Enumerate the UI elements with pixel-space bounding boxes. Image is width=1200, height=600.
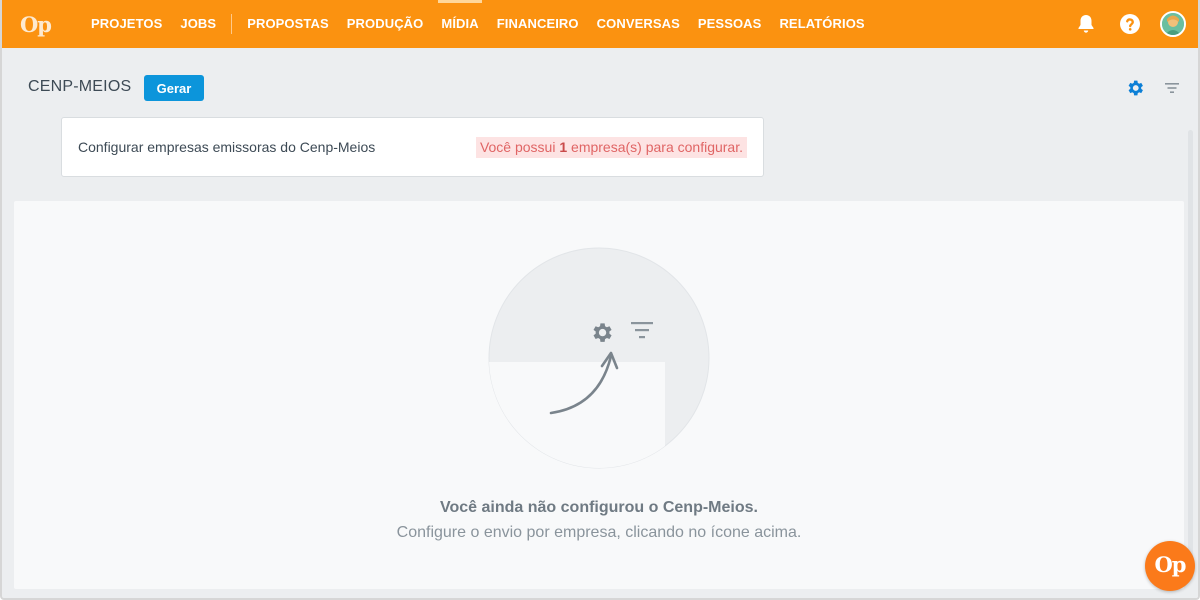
pending-companies-badge: Você possui 1 empresa(s) para configurar… <box>475 137 747 158</box>
top-navigation-bar: Op PROJETOS JOBS PROPOSTAS PRODUÇÃO MÍDI… <box>2 0 1198 48</box>
nav-item-financeiro[interactable]: FINANCEIRO <box>488 0 588 48</box>
op-help-fab[interactable]: Op <box>1145 541 1195 591</box>
config-card-label: Configurar empresas emissoras do Cenp-Me… <box>78 139 376 155</box>
bell-icon[interactable] <box>1074 12 1098 36</box>
nav-item-jobs[interactable]: JOBS <box>171 0 225 48</box>
filter-icon[interactable] <box>1164 80 1180 96</box>
user-avatar[interactable] <box>1160 11 1186 37</box>
nav-item-midia[interactable]: MÍDIA <box>432 0 487 48</box>
empty-state-subtitle: Configure o envio por empresa, clicando … <box>396 524 802 541</box>
nav-item-projetos[interactable]: PROJETOS <box>82 0 171 48</box>
nav-item-producao[interactable]: PRODUÇÃO <box>338 0 433 48</box>
empty-state-panel: Você ainda não configurou o Cenp-Meios. … <box>14 201 1184 589</box>
nav-divider <box>231 14 233 34</box>
nav-item-conversas[interactable]: CONVERSAS <box>588 0 689 48</box>
page-title: CENP-MEIOS <box>28 78 132 95</box>
app-window: Op PROJETOS JOBS PROPOSTAS PRODUÇÃO MÍDI… <box>0 0 1200 600</box>
warning-count: 1 <box>559 139 568 155</box>
gear-icon[interactable] <box>1125 78 1145 98</box>
config-companies-card[interactable]: Configurar empresas emissoras do Cenp-Me… <box>61 117 764 177</box>
empty-state-title: Você ainda não configurou o Cenp-Meios. <box>440 499 758 516</box>
help-icon[interactable] <box>1118 12 1142 36</box>
generate-button[interactable]: Gerar <box>144 75 204 101</box>
empty-state-illustration <box>487 246 711 470</box>
app-logo[interactable]: Op <box>20 12 52 37</box>
nav-item-relatorios[interactable]: RELATÓRIOS <box>770 0 873 48</box>
warning-suffix: empresa(s) para configurar. <box>567 139 743 155</box>
main-nav: PROJETOS JOBS PROPOSTAS PRODUÇÃO MÍDIA F… <box>82 0 874 48</box>
nav-item-pessoas[interactable]: PESSOAS <box>689 0 771 48</box>
warning-prefix: Você possui <box>479 139 560 155</box>
nav-item-propostas[interactable]: PROPOSTAS <box>238 0 338 48</box>
page-scrollbar[interactable] <box>1186 50 1198 598</box>
scrollbar-thumb[interactable] <box>1188 130 1193 580</box>
